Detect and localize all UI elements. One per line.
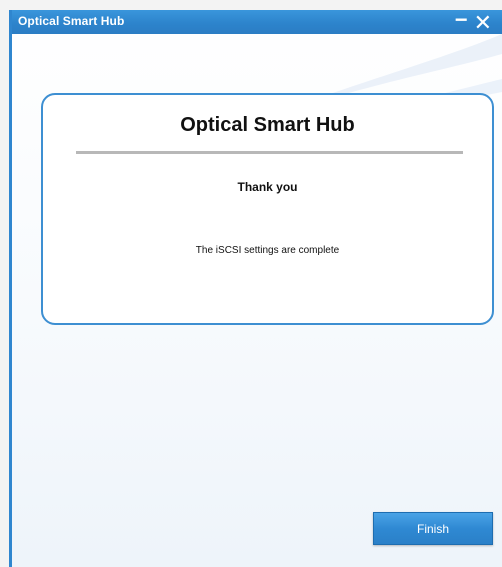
window-title: Optical Smart Hub	[18, 14, 125, 28]
thank-you-heading: Thank you	[237, 180, 298, 194]
finish-button[interactable]: Finish	[373, 512, 493, 545]
title-divider	[76, 151, 463, 154]
window-controls: − ✕	[455, 10, 492, 34]
completion-card: Optical Smart Hub Thank you The iSCSI se…	[41, 93, 494, 325]
minimize-icon[interactable]: −	[455, 10, 468, 31]
title-bar[interactable]: Optical Smart Hub − ✕	[12, 10, 502, 34]
app-window: Optical Smart Hub − ✕ Optical Smart Hub …	[9, 10, 502, 567]
close-icon[interactable]: ✕	[474, 11, 492, 34]
card-title: Optical Smart Hub	[180, 114, 355, 136]
completion-message: The iSCSI settings are complete	[195, 245, 340, 256]
